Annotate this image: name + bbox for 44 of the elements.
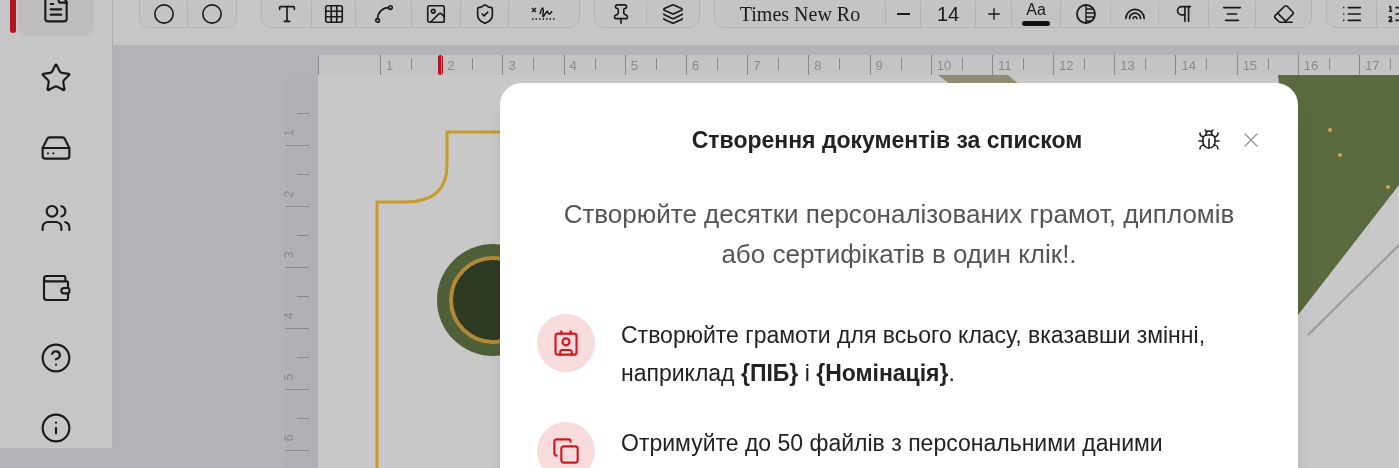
ruler-number: 17 xyxy=(1365,59,1380,73)
bug-icon xyxy=(1197,128,1221,153)
ruler-number: 15 xyxy=(1242,59,1258,73)
feature-text: Створюйте грамоти для всього класу, вказавши змінні, наприклад {ПІБ} і {Номінація}. xyxy=(621,320,1207,388)
bug-report-button[interactable] xyxy=(1197,128,1221,153)
ruler-number: 11 xyxy=(997,59,1012,73)
connector-icon xyxy=(372,3,395,25)
font-size-field[interactable]: 14 xyxy=(921,1,976,27)
table-icon xyxy=(322,3,345,25)
ruler-number: 16 xyxy=(1303,59,1319,73)
eraser-icon xyxy=(1272,3,1295,25)
info-icon xyxy=(40,412,72,444)
text-color-button[interactable]: Aa xyxy=(1012,1,1061,27)
users-icon xyxy=(40,202,72,234)
star-icon xyxy=(40,62,72,94)
ruler-number: 9 xyxy=(875,59,883,73)
ruler-number: 4 xyxy=(569,59,577,73)
minus-icon xyxy=(896,13,910,15)
feature-text: Отримуйте до 50 файлів з персональними даними xyxy=(621,428,1164,458)
font-select[interactable]: Times New Ro xyxy=(715,1,886,27)
circle-icon xyxy=(201,3,223,25)
dialog-title: Створення документів за списком xyxy=(690,126,1084,155)
ruler-number: 12 xyxy=(1059,59,1074,73)
ruler-number: 13 xyxy=(1120,59,1135,73)
color-bar-icon xyxy=(1022,21,1050,26)
ruler-number: 2 xyxy=(447,59,455,73)
image-icon xyxy=(425,3,447,25)
ruler-number: 1 xyxy=(386,59,394,73)
dialog-subtitle: Створюйте десятки персоналізованих грамот, дипломів або сертифікатів в один клік!. xyxy=(562,197,1236,271)
indent-marker[interactable] xyxy=(438,55,443,75)
shading-icon xyxy=(1074,3,1097,25)
help-icon xyxy=(40,342,72,374)
ruler-number: 10 xyxy=(936,59,952,73)
ruler-number: 7 xyxy=(753,59,761,73)
circle-icon xyxy=(152,3,175,25)
id-card-icon xyxy=(552,328,580,357)
ruler-number: 6 xyxy=(691,59,700,73)
ruler-number: 5 xyxy=(630,59,638,73)
ruler-number: 3 xyxy=(508,59,516,73)
ruler-number: 8 xyxy=(814,59,822,73)
copy-icon xyxy=(552,436,580,465)
wallet-icon xyxy=(40,272,72,304)
layers-icon xyxy=(662,3,684,25)
ruler-number: 14 xyxy=(1181,59,1196,73)
